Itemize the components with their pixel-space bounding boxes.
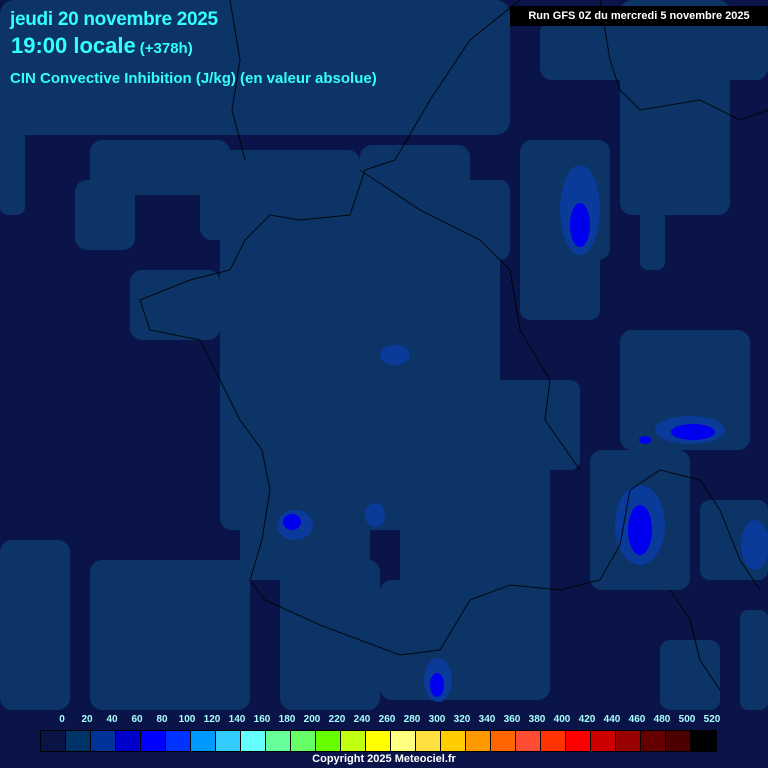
legend-swatch [566,731,591,751]
legend-swatch [91,731,116,751]
legend-swatch [266,731,291,751]
forecast-offset: (+378h) [139,40,193,57]
legend-swatch [391,731,416,751]
color-legend [40,730,717,752]
legend-swatch [441,731,466,751]
legend-swatch [191,731,216,751]
legend-swatch [116,731,141,751]
forecast-date: jeudi 20 novembre 2025 [10,9,218,30]
legend-swatch [166,731,191,751]
legend-swatch [541,731,566,751]
copyright: Copyright 2025 Meteociel.fr [312,753,456,765]
legend-swatch [516,731,541,751]
cin-map [0,0,768,710]
legend-swatch [691,731,716,751]
run-info: Run GFS 0Z du mercredi 5 novembre 2025 [510,6,768,26]
forecast-time: 19:00 locale (+378h) [11,33,193,59]
legend-swatch [66,731,91,751]
legend-labels: 0 20 40 60 80 100 120 140 160 180 200 220 240 260 280 3… [0,714,768,728]
legend-swatch [666,731,691,751]
legend-swatch [641,731,666,751]
legend-swatch [41,731,66,751]
legend-swatch [216,731,241,751]
forecast-local-time: 19:00 locale [11,33,136,58]
legend-swatch [491,731,516,751]
legend-label: 520 [703,714,721,725]
legend-swatch [466,731,491,751]
legend-swatch [341,731,366,751]
legend-swatch [141,731,166,751]
legend-swatch [616,731,641,751]
legend-swatch [591,731,616,751]
legend-swatch [316,731,341,751]
parameter-title: CIN Convective Inhibition (J/kg) (en val… [10,70,377,87]
legend-swatch [291,731,316,751]
legend-swatch [416,731,441,751]
legend-swatch [241,731,266,751]
weather-map-view: jeudi 20 novembre 2025 19:00 locale (+378… [0,0,768,768]
legend-swatch [366,731,391,751]
